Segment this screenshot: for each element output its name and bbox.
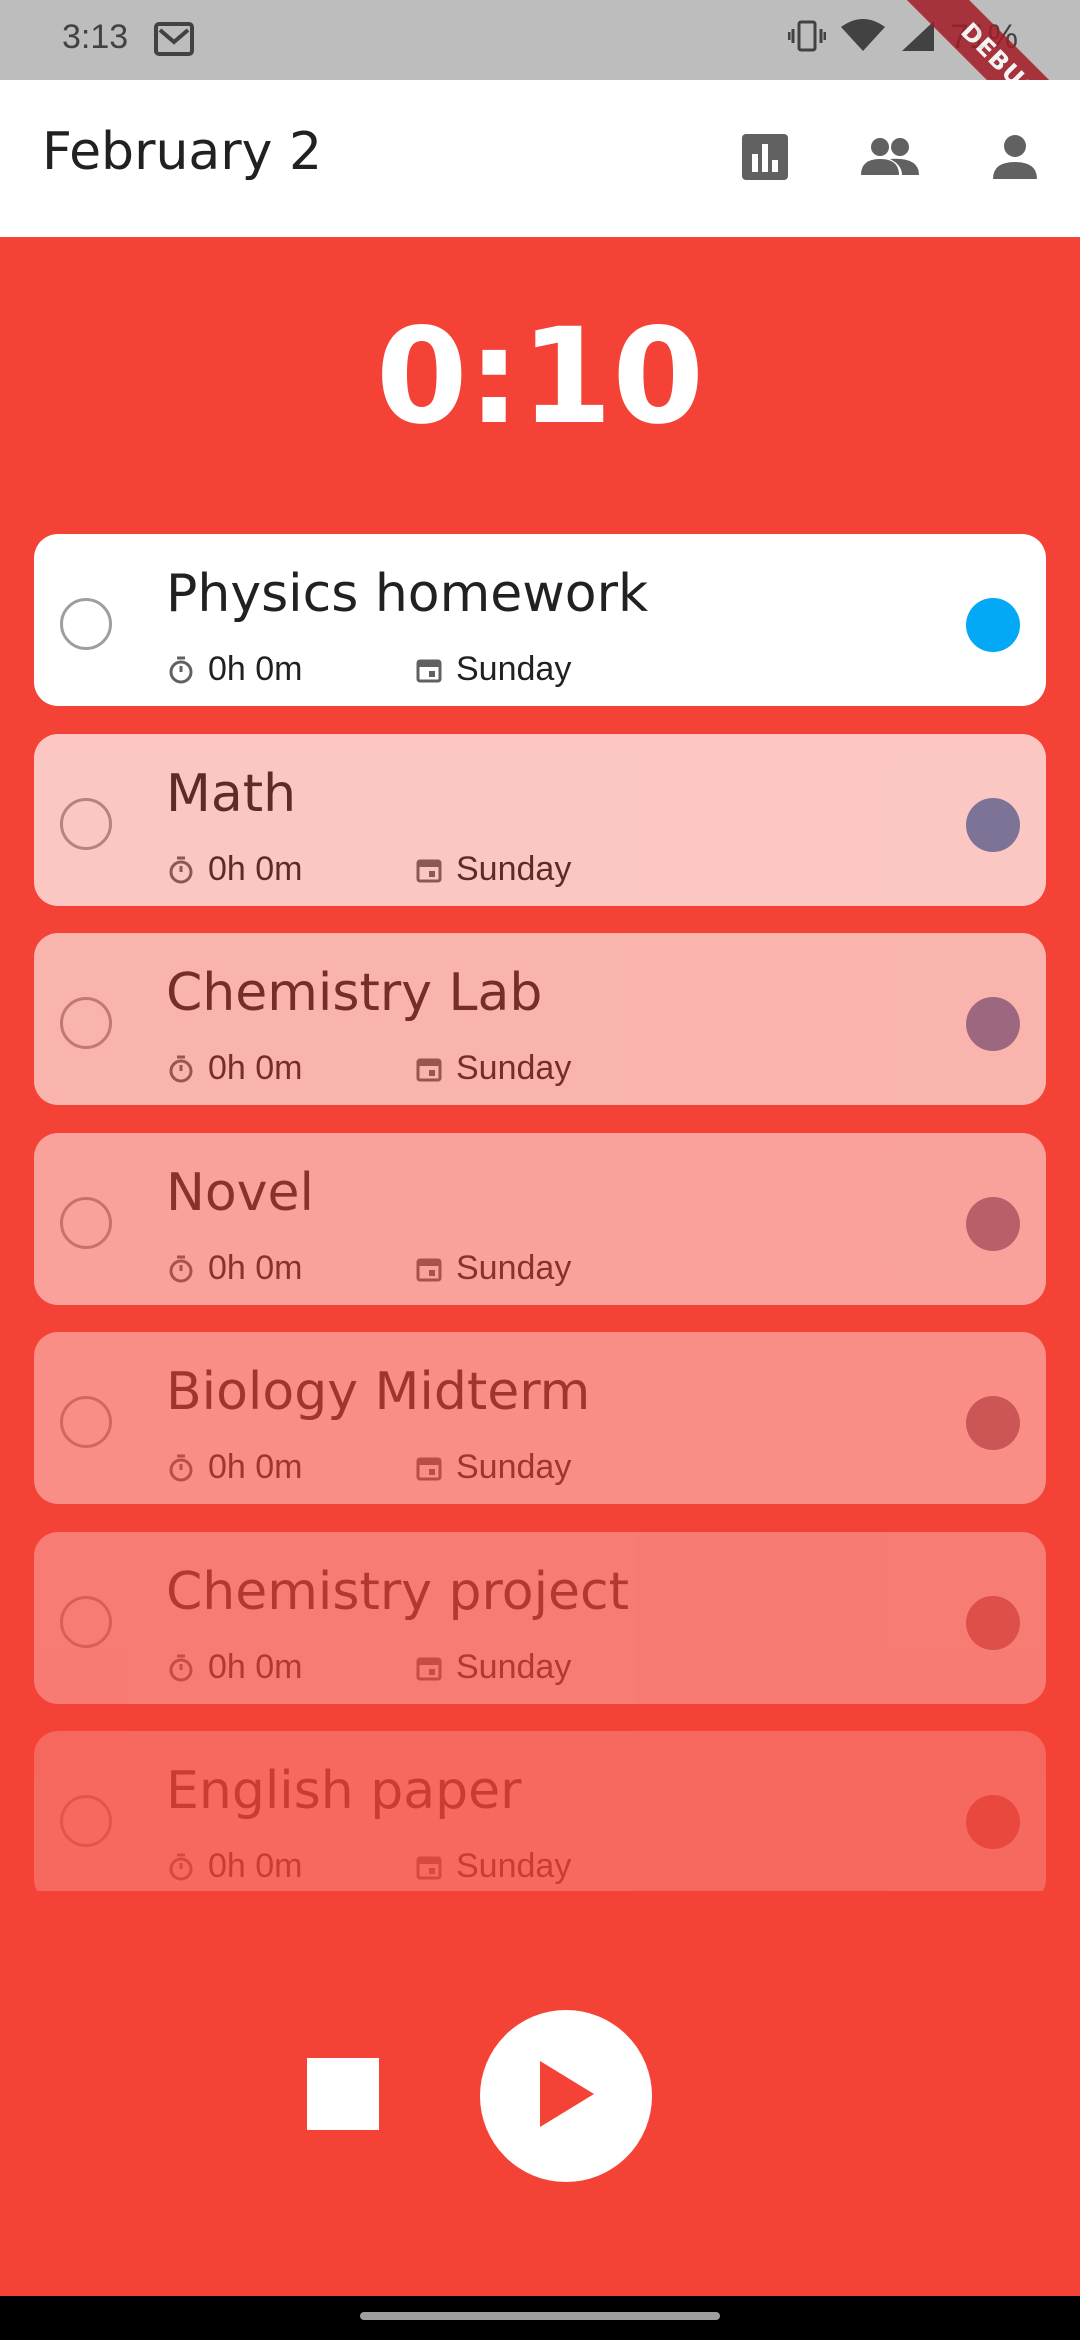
task-duration: 0h 0m xyxy=(208,650,303,688)
task-color-dot xyxy=(966,798,1020,852)
task-color-dot xyxy=(966,1596,1020,1650)
calendar-icon xyxy=(414,1453,444,1483)
task-day: Sunday xyxy=(456,1648,572,1686)
timer-icon xyxy=(166,655,196,685)
task-checkbox[interactable] xyxy=(60,1197,112,1249)
status-time: 3:13 xyxy=(62,18,129,56)
task-card[interactable]: Math 0h 0m Sunday xyxy=(34,734,1046,906)
task-duration: 0h 0m xyxy=(208,1448,303,1486)
calendar-icon xyxy=(414,1852,444,1882)
task-title: English paper xyxy=(166,1761,522,1821)
task-title: Physics homework xyxy=(166,564,649,624)
app-bar: February 2 xyxy=(0,80,1080,237)
task-day: Sunday xyxy=(456,1249,572,1287)
task-color-dot xyxy=(966,1795,1020,1849)
timer-icon xyxy=(166,855,196,885)
task-card[interactable]: Novel 0h 0m Sunday xyxy=(34,1133,1046,1305)
task-color-dot xyxy=(966,1396,1020,1450)
task-title: Biology Midterm xyxy=(166,1362,591,1422)
task-duration: 0h 0m xyxy=(208,1847,303,1885)
task-day: Sunday xyxy=(456,650,572,688)
task-card[interactable]: Physics homework 0h 0m Sunday xyxy=(34,534,1046,706)
timer-icon xyxy=(166,1852,196,1882)
task-duration: 0h 0m xyxy=(208,1249,303,1287)
page-title: February 2 xyxy=(42,122,323,182)
task-color-dot xyxy=(966,1197,1020,1251)
task-color-dot xyxy=(966,997,1020,1051)
timer-icon xyxy=(166,1453,196,1483)
calendar-icon xyxy=(414,1054,444,1084)
task-duration: 0h 0m xyxy=(208,850,303,888)
task-checkbox[interactable] xyxy=(60,1396,112,1448)
task-checkbox[interactable] xyxy=(60,798,112,850)
task-card[interactable]: Chemistry Lab 0h 0m Sunday xyxy=(34,933,1046,1105)
task-day: Sunday xyxy=(456,1049,572,1087)
groups-icon[interactable] xyxy=(855,122,925,192)
task-day: Sunday xyxy=(456,1448,572,1486)
timer-display: 0:10 xyxy=(375,300,705,454)
calendar-icon xyxy=(414,655,444,685)
task-title: Chemistry project xyxy=(166,1562,629,1622)
timer-icon xyxy=(166,1653,196,1683)
home-gesture-handle[interactable] xyxy=(360,2312,720,2320)
task-color-dot xyxy=(966,598,1020,652)
person-icon[interactable] xyxy=(980,122,1050,192)
calendar-icon xyxy=(414,1254,444,1284)
task-card[interactable]: Biology Midterm 0h 0m Sunday xyxy=(34,1332,1046,1504)
task-checkbox[interactable] xyxy=(60,1596,112,1648)
task-card[interactable]: Chemistry project 0h 0m Sunday xyxy=(34,1532,1046,1704)
task-duration: 0h 0m xyxy=(208,1049,303,1087)
task-checkbox[interactable] xyxy=(60,997,112,1049)
timer-icon xyxy=(166,1054,196,1084)
stop-button[interactable] xyxy=(307,2058,379,2130)
play-button[interactable] xyxy=(480,2010,652,2182)
vibrate-icon xyxy=(787,19,827,57)
task-checkbox[interactable] xyxy=(60,1795,112,1847)
task-title: Chemistry Lab xyxy=(166,963,543,1023)
calendar-icon xyxy=(414,855,444,885)
task-title: Novel xyxy=(166,1163,314,1223)
task-title: Math xyxy=(166,764,297,824)
gmail-icon xyxy=(154,22,194,56)
system-nav-bar xyxy=(0,2296,1080,2340)
wifi-icon xyxy=(840,18,886,57)
timer-icon xyxy=(166,1254,196,1284)
stats-icon[interactable] xyxy=(730,122,800,192)
task-list[interactable]: Physics homework 0h 0m Sunday Math 0h 0m… xyxy=(34,534,1046,1891)
task-duration: 0h 0m xyxy=(208,1648,303,1686)
task-checkbox[interactable] xyxy=(60,598,112,650)
task-day: Sunday xyxy=(456,850,572,888)
task-card[interactable]: English paper 0h 0m Sunday xyxy=(34,1731,1046,1891)
task-day: Sunday xyxy=(456,1847,572,1885)
calendar-icon xyxy=(414,1653,444,1683)
play-icon xyxy=(536,2059,596,2133)
